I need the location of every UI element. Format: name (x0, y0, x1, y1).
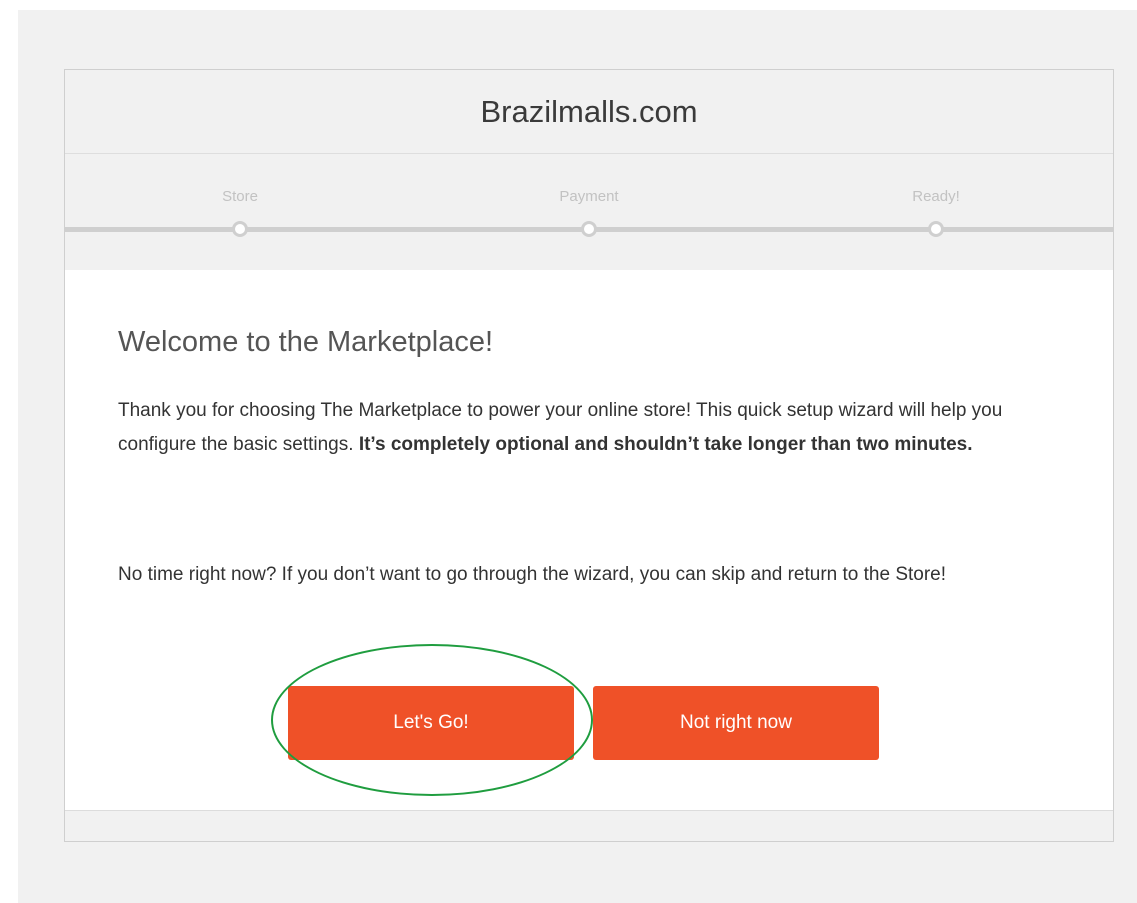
intro-bold-text: It’s completely optional and shouldn’t t… (358, 434, 973, 455)
lets-go-button[interactable]: Let's Go! (288, 686, 574, 760)
not-right-now-button[interactable]: Not right now (593, 686, 879, 760)
site-title: Brazilmalls.com (65, 70, 1113, 154)
skip-paragraph: No time right now? If you don’t want to … (118, 564, 947, 585)
step-label-ready: Ready! (912, 188, 960, 205)
welcome-card: Welcome to the Marketplace! Thank you fo… (65, 270, 1113, 811)
wizard-steps: Store Payment Ready! (65, 154, 1113, 270)
step-label-store: Store (222, 188, 258, 205)
setup-wizard: Brazilmalls.com Store Payment Ready! Wel… (64, 69, 1114, 842)
intro-paragraph: Thank you for choosing The Marketplace t… (118, 394, 1078, 462)
step-dot-store (232, 221, 248, 237)
welcome-heading: Welcome to the Marketplace! (118, 326, 494, 358)
step-dot-ready (928, 221, 944, 237)
step-dot-payment (581, 221, 597, 237)
step-label-payment: Payment (559, 188, 619, 205)
